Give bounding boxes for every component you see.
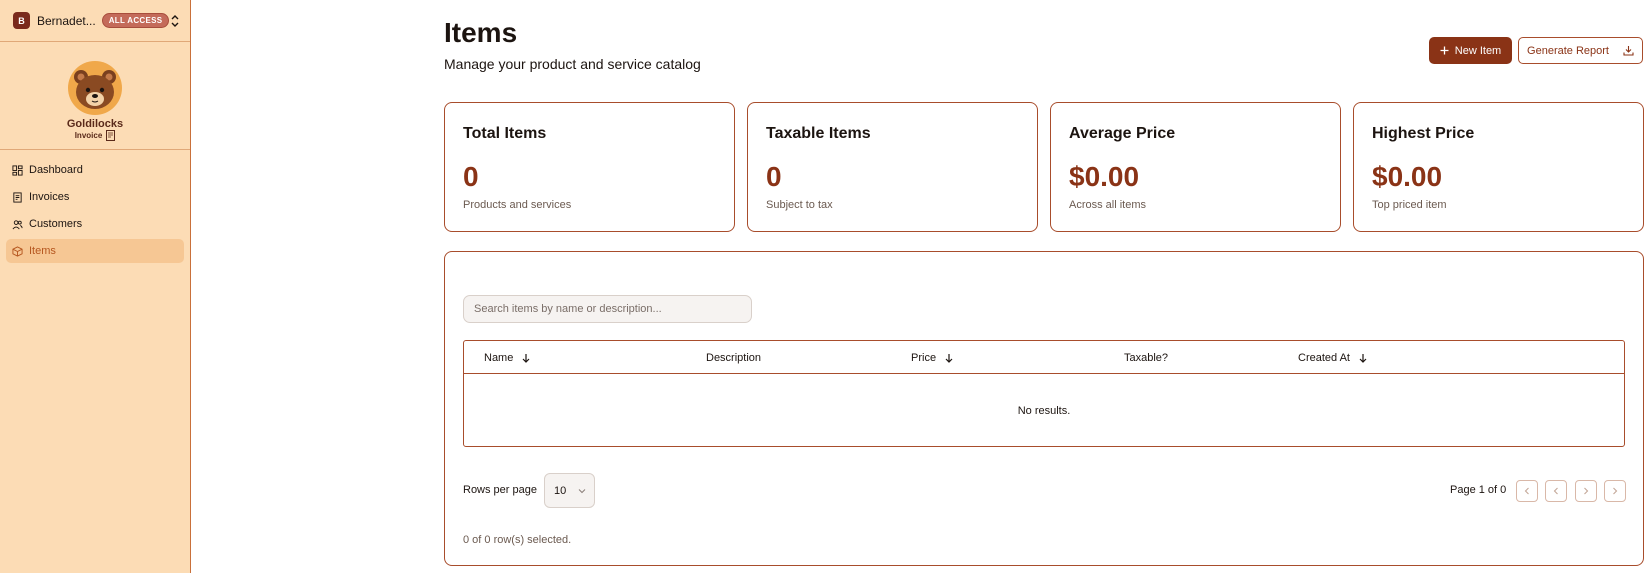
stat-card-taxable-items: Taxable Items 0 Subject to tax: [747, 102, 1038, 232]
chevron-right-icon: [1584, 487, 1589, 495]
arrow-down-icon[interactable]: [521, 353, 531, 363]
stat-card-total-items: Total Items 0 Products and services: [444, 102, 735, 232]
column-header-name[interactable]: Name: [484, 341, 531, 374]
account-name: Bernadet...: [37, 13, 96, 28]
sidebar-item-label: Invoices: [29, 191, 70, 203]
sidebar-item-label: Dashboard: [29, 164, 83, 176]
page-title: Items: [444, 17, 518, 48]
logo-title: Goldilocks: [66, 118, 124, 130]
stat-value: $0.00: [1069, 161, 1140, 192]
column-label: Name: [484, 351, 514, 364]
invoice-icon: [13, 191, 22, 203]
last-page-button[interactable]: [1604, 480, 1626, 502]
items-panel: Name Description Price Taxable? Created …: [444, 251, 1644, 566]
generate-report-label: Generate Report: [1527, 44, 1609, 57]
stat-value: 0: [463, 161, 479, 192]
stat-value: $0.00: [1372, 161, 1443, 192]
column-header-description: Description: [706, 341, 761, 374]
users-icon: [12, 219, 23, 229]
sidebar-item-label: Customers: [29, 218, 83, 230]
page-info: Page 1 of 0: [1450, 484, 1507, 496]
chevron-left-icon: [1524, 487, 1529, 495]
page-subtitle: Manage your product and service catalog: [444, 56, 701, 72]
avatar: B: [13, 12, 30, 29]
selected-rows-info: 0 of 0 row(s) selected.: [463, 534, 572, 546]
sidebar-item-label: Items: [29, 245, 56, 257]
column-label: Created At: [1298, 351, 1350, 364]
document-icon: [106, 130, 116, 141]
stat-card-average-price: Average Price $0.00 Across all items: [1050, 102, 1341, 232]
new-item-button[interactable]: New Item: [1429, 37, 1512, 64]
search-input[interactable]: [463, 295, 752, 323]
stat-description: Subject to tax: [766, 199, 833, 211]
arrow-down-icon[interactable]: [944, 353, 954, 363]
column-label: Taxable?: [1124, 351, 1169, 364]
download-icon: [1623, 46, 1634, 56]
stat-description: Top priced item: [1372, 199, 1447, 211]
package-icon: [12, 245, 23, 257]
sidebar-item-invoices[interactable]: Invoices: [6, 185, 184, 209]
previous-page-button[interactable]: [1545, 480, 1567, 502]
column-label: Price: [911, 351, 937, 364]
sidebar: B Bernadet... ALL ACCESS Goldilocks Invo…: [0, 0, 191, 573]
stat-card-highest-price: Highest Price $0.00 Top priced item: [1353, 102, 1644, 232]
logo-subtitle-text: Invoice: [74, 131, 103, 140]
stat-title: Total Items: [463, 125, 547, 142]
stat-value: 0: [766, 161, 782, 192]
rows-per-page-value: 10: [554, 484, 567, 497]
dashboard-icon: [12, 164, 23, 176]
first-page-button[interactable]: [1516, 480, 1538, 502]
new-item-label: New Item: [1454, 44, 1502, 57]
account-switcher[interactable]: B Bernadet... ALL ACCESS: [0, 0, 190, 42]
stat-title: Average Price: [1069, 125, 1176, 142]
sidebar-item-dashboard[interactable]: Dashboard: [6, 158, 184, 182]
stat-title: Highest Price: [1372, 125, 1475, 142]
column-header-created-at[interactable]: Created At: [1298, 341, 1368, 374]
chevron-updown-icon[interactable]: [170, 14, 180, 28]
access-badge: ALL ACCESS: [101, 13, 170, 28]
column-label: Description: [706, 351, 762, 364]
chevron-down-icon: [578, 488, 586, 493]
chevron-right-icon: [1613, 487, 1618, 495]
stat-description: Products and services: [463, 199, 572, 211]
sidebar-nav: Dashboard Invoices Customers Items: [0, 150, 190, 263]
plus-icon: [1440, 46, 1449, 55]
sidebar-item-items[interactable]: Items: [6, 239, 184, 263]
logo: Goldilocks Invoice: [0, 42, 190, 150]
column-header-price[interactable]: Price: [911, 341, 954, 374]
stat-title: Taxable Items: [766, 125, 871, 142]
rows-per-page-select[interactable]: 10: [544, 473, 595, 508]
stat-description: Across all items: [1069, 199, 1147, 211]
bear-logo-icon: [68, 61, 122, 115]
arrow-down-icon[interactable]: [1358, 353, 1368, 363]
sidebar-item-customers[interactable]: Customers: [6, 212, 184, 236]
chevron-left-icon: [1553, 487, 1558, 495]
table-header: Name Description Price Taxable? Created …: [464, 341, 1624, 374]
generate-report-button[interactable]: Generate Report: [1518, 37, 1643, 64]
column-header-taxable: Taxable?: [1124, 341, 1168, 374]
logo-subtitle: Invoice: [75, 130, 116, 141]
empty-state: No results.: [1017, 404, 1071, 417]
rows-per-page-label: Rows per page: [463, 484, 537, 496]
items-table: Name Description Price Taxable? Created …: [463, 340, 1625, 447]
next-page-button[interactable]: [1575, 480, 1597, 502]
